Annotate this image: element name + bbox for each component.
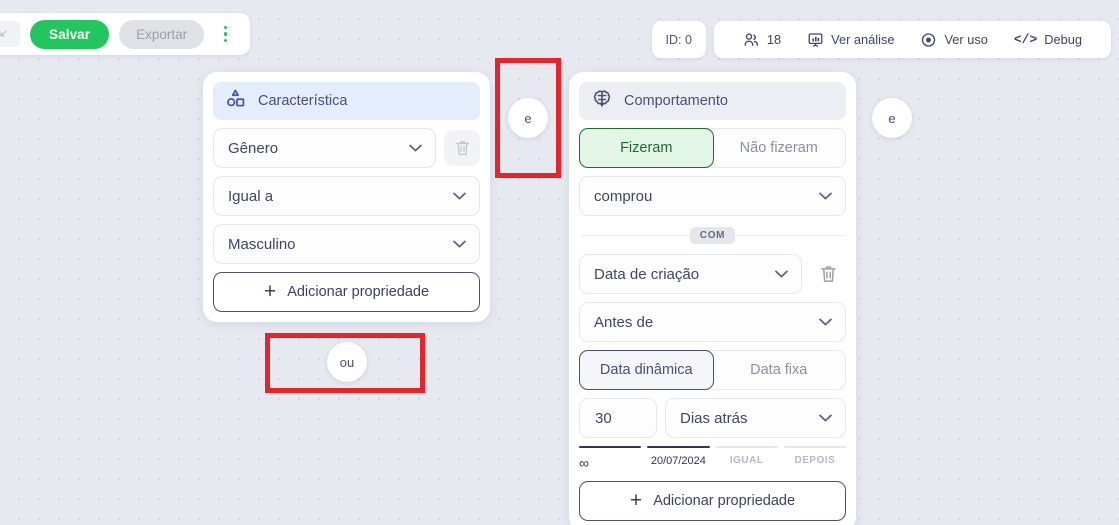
plus-icon: + [263, 279, 277, 303]
scale-label-after: DEPOIS [794, 455, 836, 467]
feature-add-property-button[interactable]: + Adicionar propriedade [213, 272, 480, 312]
behavior-comparator-row: Antes de [579, 302, 846, 342]
people-icon [743, 32, 760, 48]
feature-property-row: Gênero [213, 128, 480, 168]
view-analysis-button[interactable]: Ver análise [794, 21, 907, 58]
kebab-menu-icon[interactable] [214, 21, 236, 47]
behavior-did-option[interactable]: Fizeram [579, 128, 714, 168]
chevron-down-icon [819, 318, 832, 326]
feature-property-value: Gênero [228, 139, 279, 157]
behavior-event-row: comprou [579, 176, 846, 216]
behavior-comparator-select[interactable]: Antes de [579, 302, 846, 342]
collapse-icon[interactable] [0, 21, 20, 47]
brain-icon [591, 88, 613, 115]
connector-or[interactable]: ou [327, 342, 367, 382]
feature-operator-row: Igual a [213, 176, 480, 216]
feature-value-value: Masculino [228, 235, 296, 253]
export-button[interactable]: Exportar [119, 19, 205, 49]
shapes-icon [225, 88, 247, 115]
feature-card-header: Característica [213, 82, 480, 120]
behavior-with-divider: COM [579, 224, 846, 246]
feature-card-title: Característica [258, 93, 348, 109]
behavior-offset-row: 30 Dias atrás [579, 398, 846, 438]
scale-bar [647, 446, 710, 449]
behavior-attribute-select[interactable]: Data de criação [579, 254, 802, 294]
chevron-down-icon [453, 192, 466, 200]
scale-segment-after[interactable]: DEPOIS [783, 446, 846, 471]
chevron-down-icon [775, 270, 788, 278]
chevron-down-icon [819, 192, 832, 200]
behavior-card-title: Comportamento [624, 93, 728, 109]
behavior-attribute-delete-button[interactable] [810, 256, 846, 292]
behavior-attribute-row: Data de criação [579, 254, 846, 294]
save-button[interactable]: Salvar [30, 19, 110, 49]
feature-value-select[interactable]: Masculino [213, 224, 480, 264]
feature-value-row: Masculino [213, 224, 480, 264]
behavior-dynamic-date-option[interactable]: Data dinâmica [579, 350, 714, 390]
trash-icon [455, 141, 469, 156]
behavior-add-property-button[interactable]: + Adicionar propriedade [579, 481, 846, 522]
scale-bar [715, 446, 778, 449]
scale-label-equal: IGUAL [729, 455, 764, 467]
behavior-event-select[interactable]: comprou [579, 176, 846, 216]
trash-icon [820, 266, 836, 282]
toolbar-left: Salvar Exportar [0, 13, 251, 55]
connector-and-left[interactable]: e [508, 98, 548, 138]
plus-icon: + [629, 488, 643, 512]
behavior-card-header: Comportamento [579, 82, 846, 120]
toolbar-actions-group: 18 Ver análise Ver uso </> Debug [713, 21, 1111, 58]
behavior-add-property-label: Adicionar propriedade [653, 493, 796, 510]
behavior-amount-input[interactable]: 30 [579, 398, 657, 438]
record-id-label: ID: 0 [665, 32, 692, 47]
scale-bar [783, 446, 846, 449]
scale-segment-infinity[interactable]: ∞ [579, 446, 642, 472]
behavior-with-label: COM [689, 226, 736, 244]
scale-label-date: 20/07/2024 [650, 455, 706, 468]
view-analysis-label: Ver análise [831, 32, 895, 47]
feature-add-property-label: Adicionar propriedade [287, 284, 430, 300]
behavior-unit-select[interactable]: Dias atrás [665, 398, 846, 438]
debug-button[interactable]: </> Debug [1001, 21, 1095, 58]
view-usage-label: Ver uso [944, 32, 988, 47]
toolbar-right: ID: 0 18 Ver análise Ver uso </> Debug [651, 21, 1111, 58]
scale-label-infinity: ∞ [579, 455, 589, 472]
behavior-didnot-option[interactable]: Não fizeram [713, 129, 846, 167]
chevron-down-icon [409, 144, 422, 152]
behavior-date-mode-toggle: Data dinâmica Data fixa [579, 350, 846, 390]
view-usage-button[interactable]: Ver uso [907, 21, 1000, 58]
feature-condition-card: Característica Gênero Igual a Masculino [203, 72, 490, 322]
audience-count-label: 18 [766, 32, 782, 47]
behavior-unit-value: Dias atrás [680, 409, 748, 427]
feature-property-select[interactable]: Gênero [213, 128, 436, 168]
connector-and-right[interactable]: e [872, 98, 912, 138]
record-id-pill: ID: 0 [651, 21, 706, 58]
behavior-comparator-value: Antes de [594, 313, 654, 331]
code-icon: </> [1013, 32, 1038, 47]
behavior-event-value: comprou [594, 187, 653, 205]
chevron-down-icon [819, 414, 832, 422]
behavior-date-scale: ∞ 20/07/2024 IGUAL DEPOIS [579, 446, 846, 471]
scale-bar [579, 446, 642, 449]
audience-count-item[interactable]: 18 [730, 21, 794, 58]
debug-label: Debug [1044, 32, 1082, 47]
eye-icon [920, 32, 937, 48]
feature-operator-value: Igual a [228, 187, 274, 205]
behavior-did-toggle: Fizeram Não fizeram [579, 128, 846, 168]
scale-segment-date[interactable]: 20/07/2024 [647, 446, 710, 471]
feature-property-delete-button[interactable] [444, 130, 480, 166]
presentation-chart-icon [807, 32, 824, 48]
chevron-down-icon [453, 240, 466, 248]
feature-operator-select[interactable]: Igual a [213, 176, 480, 216]
behavior-attribute-value: Data de criação [594, 265, 700, 283]
behavior-fixed-date-option[interactable]: Data fixa [713, 351, 846, 389]
scale-segment-equal[interactable]: IGUAL [715, 446, 778, 471]
behavior-condition-card: Comportamento Fizeram Não fizeram compro… [569, 72, 856, 525]
